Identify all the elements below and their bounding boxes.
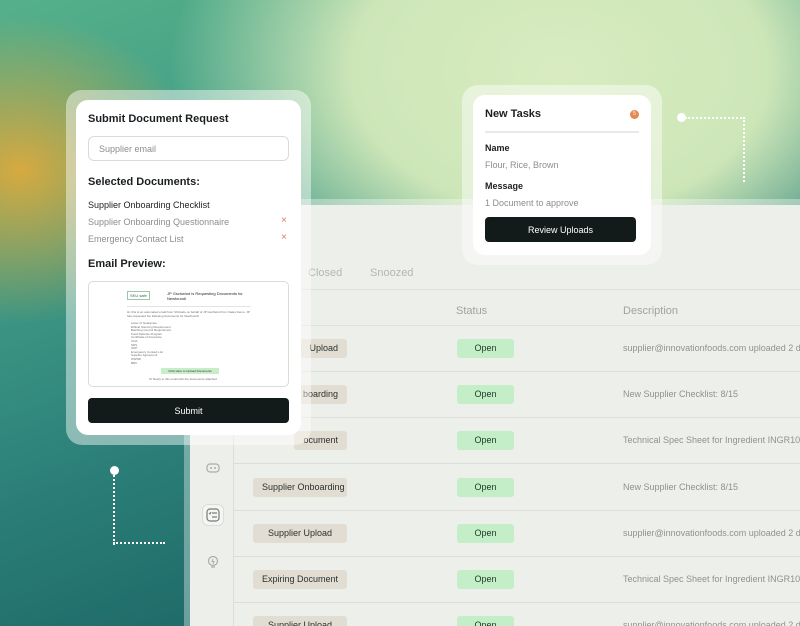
supplier-email-input[interactable]: Supplier email bbox=[88, 136, 289, 161]
connector-line-top-v bbox=[743, 117, 745, 182]
remove-document-icon[interactable]: × bbox=[281, 216, 287, 226]
review-uploads-button[interactable]: Review Uploads bbox=[485, 217, 636, 242]
table-row-divider bbox=[234, 510, 800, 511]
type-tag: Supplier Upload bbox=[253, 616, 347, 626]
preview-document-list: Letter of Guarantee Ethical Sourcing Requ… bbox=[131, 321, 171, 365]
new-tasks-title: New Tasks bbox=[485, 108, 542, 120]
preview-footer: Or Reply to this email with the document… bbox=[149, 377, 217, 381]
divider bbox=[234, 325, 800, 326]
table-row-divider bbox=[234, 463, 800, 464]
status-badge: Open bbox=[457, 385, 514, 404]
row-description: supplier@innovationfoods.com uploaded 2 … bbox=[623, 343, 800, 353]
tab-snoozed[interactable]: Snoozed bbox=[370, 267, 413, 279]
chat-icon[interactable] bbox=[202, 458, 224, 480]
task-message-label: Message bbox=[485, 181, 524, 191]
status-badge: Open bbox=[457, 478, 514, 497]
bulb-icon[interactable] bbox=[202, 551, 224, 573]
supplier-email-placeholder: Supplier email bbox=[99, 143, 157, 154]
tab-closed[interactable]: Closed bbox=[308, 267, 342, 279]
preview-subject: JP Gschwind is Requesting Documents for … bbox=[167, 291, 243, 301]
preview-upload-button: Click Here to Upload Documents bbox=[161, 368, 219, 374]
task-count-badge: 5 bbox=[630, 110, 639, 119]
type-tag: Supplier Onboarding bbox=[253, 478, 347, 497]
type-tag: Supplier Upload bbox=[253, 524, 347, 543]
doc-request-title: Submit Document Request bbox=[88, 113, 229, 125]
connector-dot-bottom bbox=[110, 466, 119, 475]
status-badge: Open bbox=[457, 339, 514, 358]
task-name-label: Name bbox=[485, 143, 510, 153]
document-item: Supplier Onboarding Questionnaire bbox=[88, 217, 230, 227]
row-description: Technical Spec Sheet for Ingredient INGR… bbox=[623, 435, 800, 445]
status-badge: Open bbox=[457, 524, 514, 543]
connector-line-top-h bbox=[685, 117, 745, 119]
email-preview-heading: Email Preview: bbox=[88, 258, 166, 270]
row-description: Technical Spec Sheet for Ingredient INGR… bbox=[623, 574, 800, 584]
status-badge: Open bbox=[457, 431, 514, 450]
new-tasks-card: New Tasks 5 Name Flour, Rice, Brown Mess… bbox=[473, 95, 651, 255]
row-description: supplier@innovationfoods.com uploaded 2 … bbox=[623, 620, 800, 626]
row-description: New Supplier Checklist: 8/15 bbox=[623, 482, 739, 492]
table-row-divider bbox=[234, 417, 800, 418]
column-header-status: Status bbox=[456, 305, 488, 317]
row-description: supplier@innovationfoods.com uploaded 2 … bbox=[623, 528, 800, 538]
task-message-value: 1 Document to approve bbox=[485, 198, 579, 208]
table-row-divider bbox=[234, 602, 800, 603]
task-name-value: Flour, Rice, Brown bbox=[485, 160, 559, 170]
column-header-description: Description bbox=[623, 305, 679, 317]
preview-logo: SKU safe bbox=[127, 291, 150, 300]
preview-list-item: BRC bbox=[131, 360, 138, 365]
status-badge: Open bbox=[457, 570, 514, 589]
email-preview: SKU safe JP Gschwind is Requesting Docum… bbox=[88, 281, 289, 387]
row-description: New Supplier Checklist: 8/15 bbox=[623, 389, 739, 399]
table-row-divider bbox=[234, 556, 800, 557]
submit-button[interactable]: Submit bbox=[88, 398, 289, 423]
preview-intro: Hi, this is an automated email from SKUs… bbox=[127, 310, 250, 318]
document-item: Emergency Contact List bbox=[88, 234, 184, 244]
new-tasks-divider bbox=[485, 131, 639, 133]
selected-documents-heading: Selected Documents: bbox=[88, 176, 200, 188]
doc-request-card: Submit Document Request Supplier email S… bbox=[76, 100, 301, 435]
checklist-icon[interactable] bbox=[202, 504, 224, 526]
document-item: Supplier Onboarding Checklist bbox=[88, 200, 210, 210]
divider bbox=[234, 289, 800, 290]
connector-line-bottom-v bbox=[113, 475, 115, 545]
preview-divider bbox=[127, 306, 251, 307]
status-badge: Open bbox=[457, 616, 514, 626]
type-tag: Expiring Document bbox=[253, 570, 347, 589]
connector-line-bottom-h bbox=[113, 542, 165, 544]
table-row-divider bbox=[234, 371, 800, 372]
remove-document-icon[interactable]: × bbox=[281, 233, 287, 243]
